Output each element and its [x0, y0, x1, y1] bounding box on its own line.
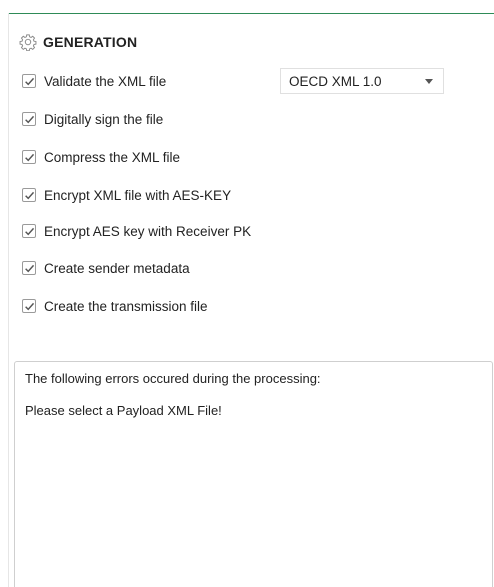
panel-left-border: [8, 13, 9, 587]
checkbox[interactable]: [22, 150, 36, 164]
caret-down-icon[interactable]: [425, 79, 433, 84]
gear-icon: [19, 34, 37, 51]
select-value: OECD XML 1.0: [289, 73, 382, 89]
checkbox[interactable]: [22, 224, 36, 238]
xml-format-select[interactable]: OECD XML 1.0: [280, 68, 444, 94]
option-label: Digitally sign the file: [44, 111, 164, 127]
checkbox[interactable]: [22, 261, 36, 275]
option-compress-xml[interactable]: Compress the XML file: [22, 147, 180, 167]
checkmark-icon: [24, 227, 34, 235]
checkmark-icon: [24, 264, 34, 272]
option-create-sender-metadata[interactable]: Create sender metadata: [22, 258, 190, 278]
option-label: Encrypt AES key with Receiver PK: [44, 223, 252, 239]
option-label: Compress the XML file: [44, 149, 181, 165]
checkmark-icon: [24, 153, 34, 161]
option-create-transmission-file[interactable]: Create the transmission file: [22, 296, 208, 316]
log-blank-line: [25, 387, 482, 403]
checkbox[interactable]: [22, 112, 36, 126]
log-line: The following errors occured during the …: [25, 371, 321, 386]
option-encrypt-xml-aes[interactable]: Encrypt XML file with AES-KEY: [22, 185, 231, 205]
option-digitally-sign[interactable]: Digitally sign the file: [22, 109, 163, 129]
panel-top-divider: [8, 13, 494, 14]
option-validate-xml[interactable]: Validate the XML file: [22, 71, 166, 91]
generation-panel: GENERATION Validate the XML file Digital…: [0, 0, 494, 587]
section-title: GENERATION: [43, 34, 138, 50]
checkmark-icon: [24, 77, 34, 85]
error-log-textarea[interactable]: The following errors occured during the …: [14, 361, 493, 587]
option-label: Encrypt XML file with AES-KEY: [44, 187, 232, 203]
log-line: Please select a Payload XML File!: [25, 403, 222, 418]
checkbox[interactable]: [22, 188, 36, 202]
option-label: Create sender metadata: [44, 260, 190, 276]
checkmark-icon: [24, 302, 34, 310]
option-label: Create the transmission file: [44, 298, 208, 314]
checkbox[interactable]: [22, 299, 36, 313]
option-encrypt-aes-receiver-pk[interactable]: Encrypt AES key with Receiver PK: [22, 221, 251, 241]
section-header: GENERATION: [19, 31, 137, 53]
checkbox[interactable]: [22, 74, 36, 88]
checkmark-icon: [24, 191, 34, 199]
option-label: Validate the XML file: [44, 73, 167, 89]
checkmark-icon: [24, 115, 34, 123]
